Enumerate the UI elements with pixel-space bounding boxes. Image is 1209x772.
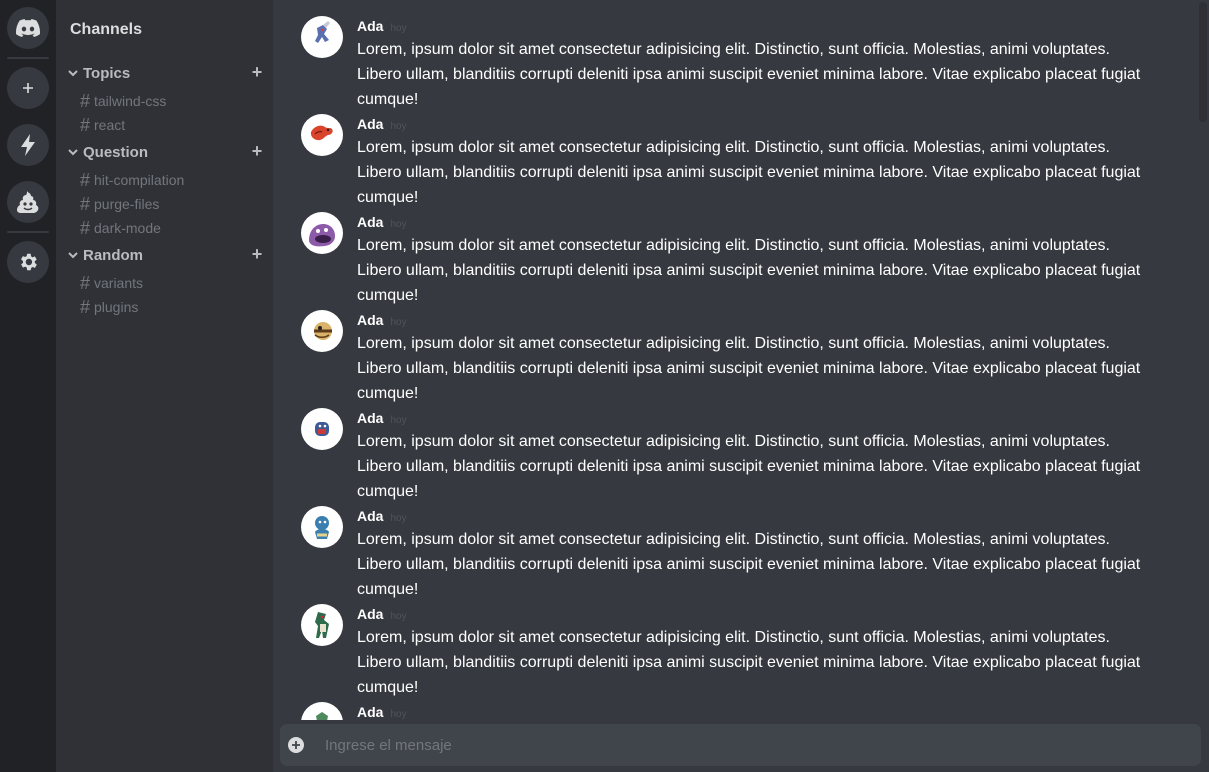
- message-item: Ada hoy Lorem, ipsum dolor sit amet cons…: [301, 294, 1181, 402]
- avatar[interactable]: [301, 506, 343, 548]
- channel-label: purge-files: [94, 196, 160, 212]
- discord-logo-icon: [16, 19, 40, 37]
- message-timestamp: hoy: [390, 317, 407, 328]
- message-author[interactable]: Ada: [357, 18, 383, 34]
- plus-circle-icon: [292, 741, 300, 749]
- add-channel-button[interactable]: +: [251, 142, 263, 160]
- message-item: Ada hoy: [301, 686, 1181, 720]
- hash-icon: #: [80, 114, 91, 135]
- chat-panel: Ada hoy Lorem, ipsum dolor sit amet cons…: [273, 0, 1209, 772]
- message-timestamp: hoy: [390, 611, 407, 622]
- channel-item[interactable]: # hit-compilation: [70, 168, 273, 192]
- category-label: Random: [83, 246, 143, 264]
- hash-icon: #: [80, 169, 91, 190]
- channel-label: dark-mode: [94, 220, 161, 236]
- channel-item[interactable]: # tailwind-css: [70, 89, 273, 113]
- settings-button[interactable]: [7, 241, 49, 283]
- channel-label: react: [94, 117, 126, 133]
- avatar[interactable]: [301, 114, 343, 156]
- hash-icon: #: [80, 193, 91, 214]
- message-timestamp: hoy: [390, 23, 407, 34]
- home-button[interactable]: [7, 7, 49, 49]
- bolt-icon: [20, 134, 36, 156]
- attach-button[interactable]: [288, 737, 304, 753]
- message-list[interactable]: Ada hoy Lorem, ipsum dolor sit amet cons…: [273, 0, 1197, 720]
- add-server-button[interactable]: [7, 67, 49, 109]
- category-topics[interactable]: Topics +: [68, 63, 273, 83]
- chevron-down-icon: [68, 149, 78, 156]
- message-item: Ada hoy Lorem, ipsum dolor sit amet cons…: [301, 98, 1181, 206]
- message-composer: [280, 724, 1201, 766]
- channel-sidebar: Channels Topics + # tailwind-css # react…: [56, 0, 273, 772]
- chevron-down-icon: [68, 252, 78, 259]
- message-author[interactable]: Ada: [357, 410, 383, 426]
- message-author[interactable]: Ada: [357, 606, 383, 622]
- hash-icon: #: [80, 217, 91, 238]
- avatar[interactable]: [301, 604, 343, 646]
- rail-divider: [7, 57, 49, 59]
- add-channel-button[interactable]: +: [251, 245, 263, 263]
- hash-icon: #: [80, 272, 91, 293]
- message-item: Ada hoy Lorem, ipsum dolor sit amet cons…: [301, 490, 1181, 598]
- channel-item[interactable]: # variants: [70, 271, 273, 295]
- message-input[interactable]: [325, 724, 1201, 766]
- channel-label: tailwind-css: [94, 93, 167, 109]
- channel-label: variants: [94, 275, 144, 291]
- avatar[interactable]: [301, 212, 343, 254]
- avatar[interactable]: [301, 310, 343, 352]
- avatar[interactable]: [301, 408, 343, 450]
- message-author[interactable]: Ada: [357, 116, 383, 132]
- message-timestamp: hoy: [390, 709, 407, 720]
- poop-icon: [16, 191, 40, 213]
- message-author[interactable]: Ada: [357, 508, 383, 524]
- server-bolt-button[interactable]: [7, 124, 49, 166]
- channel-item[interactable]: # dark-mode: [70, 216, 273, 240]
- gear-icon: [17, 251, 39, 273]
- channel-label: hit-compilation: [94, 172, 185, 188]
- message-timestamp: hoy: [390, 121, 407, 132]
- avatar[interactable]: [301, 702, 343, 720]
- server-poop-button[interactable]: [7, 181, 49, 223]
- message-item: Ada hoy Lorem, ipsum dolor sit amet cons…: [301, 392, 1181, 500]
- message-item: Ada hoy Lorem, ipsum dolor sit amet cons…: [301, 588, 1181, 696]
- plus-icon: [22, 82, 34, 94]
- scrollbar-thumb[interactable]: [1199, 2, 1207, 122]
- sidebar-title: Channels: [70, 21, 143, 38]
- channel-item[interactable]: # react: [70, 113, 273, 137]
- channel-label: plugins: [94, 299, 139, 315]
- channel-item[interactable]: # purge-files: [70, 192, 273, 216]
- add-channel-button[interactable]: +: [251, 63, 263, 81]
- category-random[interactable]: Random +: [68, 245, 273, 265]
- message-scrollbar[interactable]: [1197, 0, 1209, 720]
- message-timestamp: hoy: [390, 513, 407, 524]
- message-item: Ada hoy Lorem, ipsum dolor sit amet cons…: [301, 0, 1181, 108]
- hash-icon: #: [80, 296, 91, 317]
- hash-icon: #: [80, 90, 91, 111]
- server-rail: [0, 0, 56, 772]
- category-label: Question: [83, 143, 149, 161]
- message-item: Ada hoy Lorem, ipsum dolor sit amet cons…: [301, 196, 1181, 304]
- rail-divider: [7, 231, 49, 233]
- message-author[interactable]: Ada: [357, 214, 383, 230]
- category-label: Topics: [83, 64, 131, 82]
- message-author[interactable]: Ada: [357, 312, 383, 328]
- category-question[interactable]: Question +: [68, 142, 273, 162]
- message-timestamp: hoy: [390, 415, 407, 426]
- app-window: Channels Topics + # tailwind-css # react…: [0, 0, 1209, 772]
- channel-item[interactable]: # plugins: [70, 295, 273, 319]
- chevron-down-icon: [68, 70, 78, 77]
- message-author[interactable]: Ada: [357, 704, 383, 720]
- message-timestamp: hoy: [390, 219, 407, 230]
- avatar[interactable]: [301, 16, 343, 58]
